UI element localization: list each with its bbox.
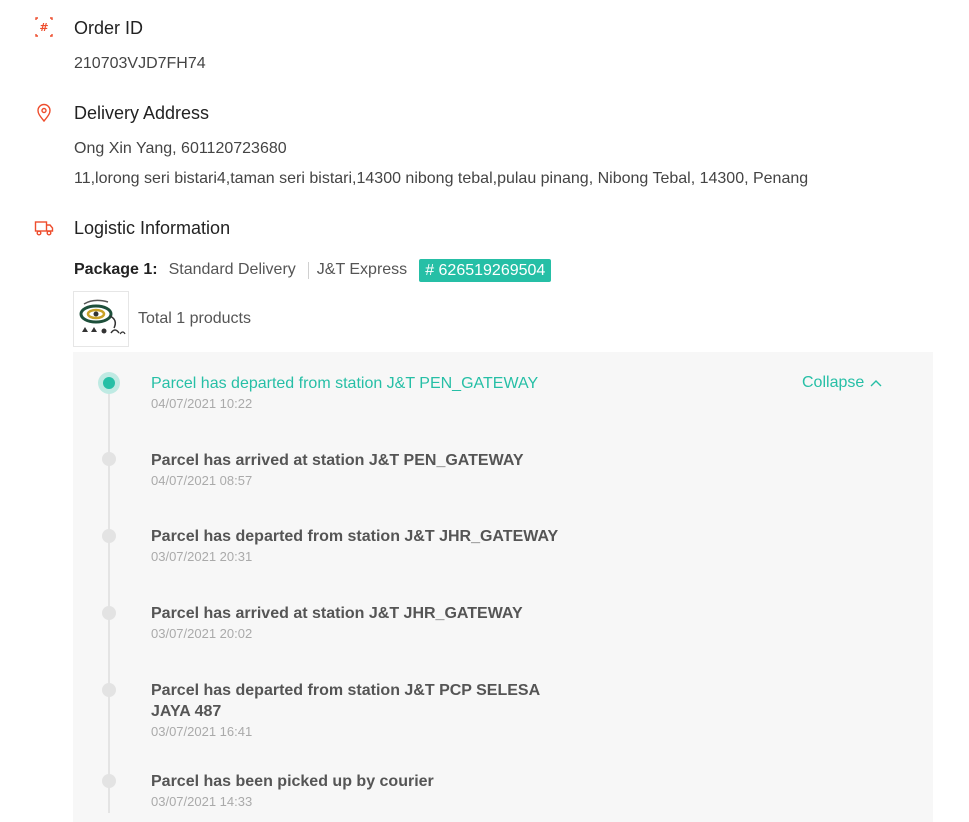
delivery-service: Standard Delivery <box>168 261 296 278</box>
tracking-event-time: 04/07/2021 10:22 <box>151 396 253 411</box>
package-summary: Package 1: Standard Delivery J&T Express… <box>74 258 552 282</box>
recipient-name-phone: Ong Xin Yang, 601120723680 <box>74 140 287 157</box>
timeline-dot <box>102 529 116 543</box>
product-thumbnail[interactable] <box>73 291 129 347</box>
collapse-label: Collapse <box>802 374 865 391</box>
package-label: Package 1: <box>74 261 158 278</box>
tracking-event-title: Parcel has arrived at station J&T PEN_GA… <box>151 452 524 469</box>
timeline-line <box>108 383 110 813</box>
hash-icon: # <box>34 17 54 37</box>
timeline-dot-active <box>98 372 120 394</box>
timeline-dot <box>102 683 116 697</box>
tracking-number-badge[interactable]: # 626519269504 <box>419 258 552 282</box>
timeline-dot <box>102 606 116 620</box>
products-count: Total 1 products <box>138 310 251 327</box>
tracking-event-time: 03/07/2021 20:02 <box>151 626 253 641</box>
tracking-event-time: 03/07/2021 14:33 <box>151 794 253 809</box>
tracking-event-time: 03/07/2021 20:31 <box>151 549 253 564</box>
chevron-up-icon <box>870 380 882 387</box>
collapse-button[interactable]: Collapse <box>802 374 882 392</box>
svg-text:#: # <box>39 21 48 34</box>
timeline-dot <box>102 774 116 788</box>
tracking-event-title: Parcel has departed from station J&T PEN… <box>151 375 539 392</box>
tracking-event-title: Parcel has been picked up by courier <box>151 773 434 790</box>
courier-name: J&T Express <box>316 261 408 278</box>
tracking-event-title: Parcel has departed from station J&T JHR… <box>151 528 559 545</box>
order-id-value: 210703VJD7FH74 <box>74 55 206 72</box>
logistic-info-title: Logistic Information <box>74 218 231 238</box>
delivery-address-title: Delivery Address <box>74 103 210 123</box>
timeline-dot <box>102 452 116 466</box>
tracking-event-time: 04/07/2021 08:57 <box>151 473 253 488</box>
truck-icon <box>34 218 54 238</box>
order-id-title: Order ID <box>74 18 144 38</box>
tracking-event-title: Parcel has arrived at station J&T JHR_GA… <box>151 605 523 622</box>
divider <box>307 261 309 279</box>
location-pin-icon <box>34 103 54 123</box>
tracking-event-title: Parcel has departed from station J&T PCP… <box>151 682 540 720</box>
recipient-address: 11,lorong seri bistari4,taman seri bista… <box>74 170 809 187</box>
tracking-event-time: 03/07/2021 16:41 <box>151 724 253 739</box>
tracking-panel <box>73 352 933 822</box>
